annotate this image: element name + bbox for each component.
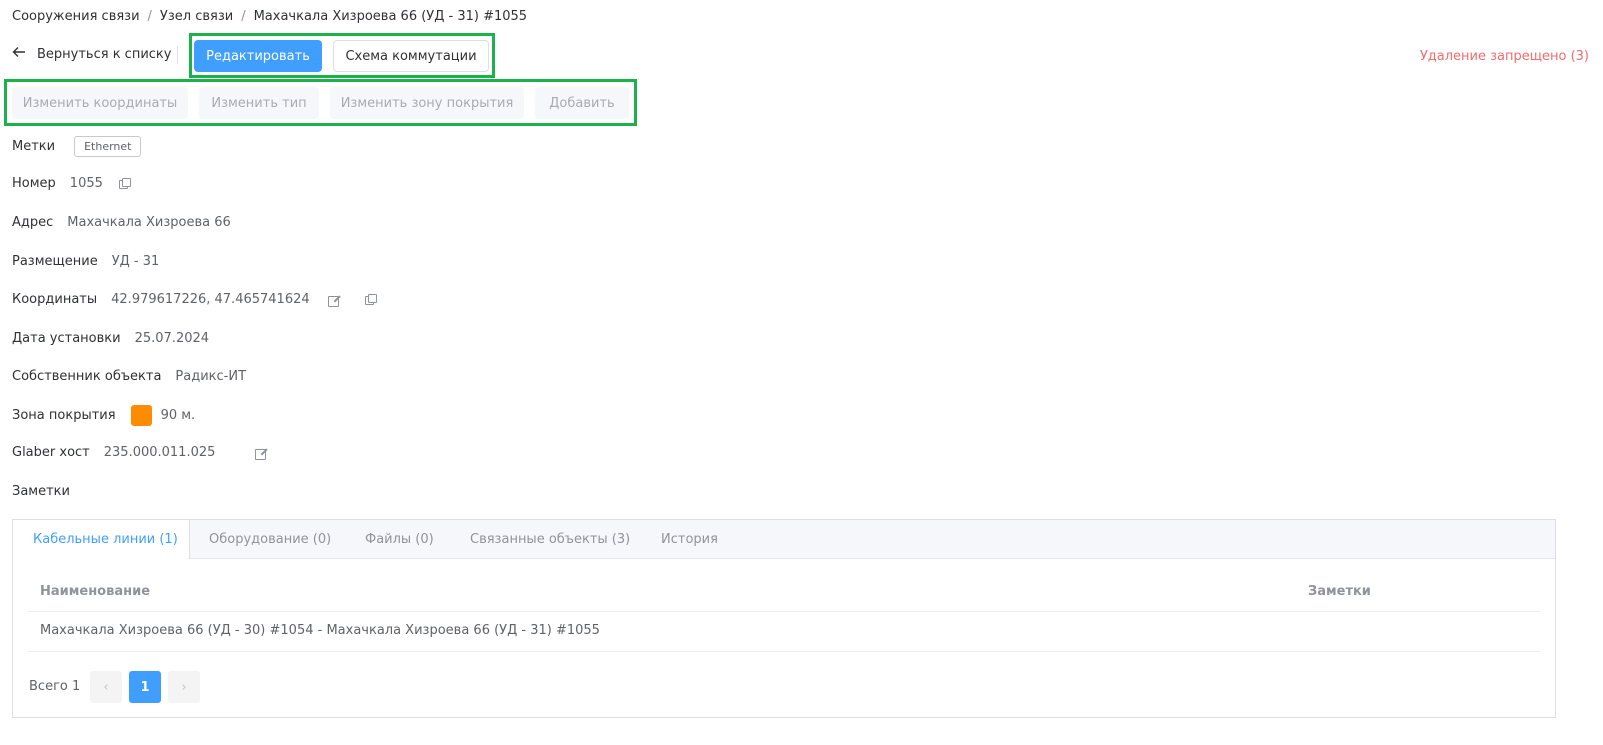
tab-equipment[interactable]: Оборудование (0): [209, 520, 331, 558]
pagination-prev-button[interactable]: ‹: [90, 671, 122, 703]
tag-ethernet: Ethernet: [74, 136, 142, 157]
breadcrumb-item-current: Махачкала Хизроева 66 (УД - 31) #1055: [253, 9, 528, 24]
change-type-button[interactable]: Изменить тип: [199, 87, 319, 119]
column-header-notes[interactable]: Заметки: [1308, 584, 1371, 599]
breadcrumb-item-structures[interactable]: Сооружения связи: [12, 9, 140, 24]
field-owner: Собственник объекта Радикс-ИТ: [12, 369, 246, 384]
field-label: Зона покрытия: [12, 408, 116, 423]
field-label: Метки: [12, 139, 56, 154]
field-install-date: Дата установки 25.07.2024: [12, 331, 209, 346]
field-coverage-zone: Зона покрытия 90 м.: [12, 405, 195, 426]
switching-scheme-button[interactable]: Схема коммутации: [333, 40, 489, 72]
field-value: 42.979617226, 47.465741624: [111, 292, 310, 307]
field-glaber-host: Glaber хост 235.000.011.025: [12, 445, 267, 460]
change-coverage-zone-button[interactable]: Изменить зону покрытия: [330, 87, 524, 119]
field-value: 1055: [69, 176, 103, 191]
pagination-total: Всего 1: [29, 679, 81, 694]
field-label: Адрес: [12, 215, 54, 230]
field-value: 235.000.011.025: [103, 445, 216, 460]
field-value: 25.07.2024: [134, 331, 210, 346]
edit-icon[interactable]: [327, 294, 340, 307]
table-cell-name[interactable]: Махачкала Хизроева 66 (УД - 30) #1054 - …: [40, 623, 600, 638]
tab-files[interactable]: Файлы (0): [365, 520, 434, 558]
table-header: Наименование Заметки: [28, 575, 1540, 612]
chevron-left-icon: ‹: [103, 679, 109, 695]
tabs-panel: Кабельные линии (1) Оборудование (0) Фай…: [12, 519, 1556, 718]
copy-icon[interactable]: [364, 294, 377, 305]
edit-button[interactable]: Редактировать: [194, 40, 322, 72]
arrow-left-icon: [12, 46, 28, 62]
field-coordinates: Координаты 42.979617226, 47.465741624: [12, 292, 377, 307]
pagination-page-current[interactable]: 1: [129, 671, 161, 703]
back-to-list-label: Вернуться к списку: [37, 46, 172, 62]
tab-history[interactable]: История: [661, 520, 718, 558]
coverage-color-swatch: [130, 405, 152, 426]
field-label: Номер: [12, 176, 56, 191]
edit-icon[interactable]: [255, 447, 267, 460]
tab-related-objects[interactable]: Связанные объекты (3): [470, 520, 630, 558]
field-label: Дата установки: [12, 331, 121, 346]
field-number: Номер 1055: [12, 176, 131, 191]
field-label: Собственник объекта: [12, 369, 162, 384]
field-label: Размещение: [12, 254, 98, 269]
chevron-right-icon: ›: [181, 679, 187, 695]
field-address: Адрес Махачкала Хизроева 66: [12, 215, 231, 230]
field-tags: Метки Ethernet: [12, 136, 142, 157]
pagination-next-button[interactable]: ›: [168, 671, 200, 703]
copy-icon[interactable]: [118, 178, 131, 189]
field-value: УД - 31: [111, 254, 160, 269]
tab-bar: Кабельные линии (1) Оборудование (0) Фай…: [13, 520, 1555, 559]
breadcrumb-item-node[interactable]: Узел связи: [160, 9, 233, 24]
tab-cable-lines[interactable]: Кабельные линии (1): [13, 520, 190, 559]
field-label: Glaber хост: [12, 445, 90, 460]
change-coordinates-button[interactable]: Изменить координаты: [12, 87, 188, 119]
field-value: Махачкала Хизроева 66: [67, 215, 231, 230]
breadcrumb-separator: /: [241, 9, 246, 24]
breadcrumb: Сооружения связи / Узел связи / Махачкала Хи…: [12, 9, 527, 24]
table-row[interactable]: Махачкала Хизроева 66 (УД - 30) #1054 - …: [28, 612, 1540, 652]
field-value: 90 м.: [160, 408, 196, 423]
breadcrumb-separator: /: [147, 9, 152, 24]
field-label: Заметки: [12, 484, 70, 499]
back-to-list-link[interactable]: Вернуться к списку: [12, 46, 171, 62]
field-notes: Заметки: [12, 484, 70, 499]
deletion-forbidden-notice: Удаление запрещено (3): [1419, 49, 1589, 64]
column-header-name[interactable]: Наименование: [40, 584, 150, 599]
toolbar-divider: [177, 46, 178, 64]
field-placement: Размещение УД - 31: [12, 254, 159, 269]
field-label: Координаты: [12, 292, 98, 307]
add-button[interactable]: Добавить: [535, 87, 629, 119]
field-value: Радикс-ИТ: [175, 369, 247, 384]
